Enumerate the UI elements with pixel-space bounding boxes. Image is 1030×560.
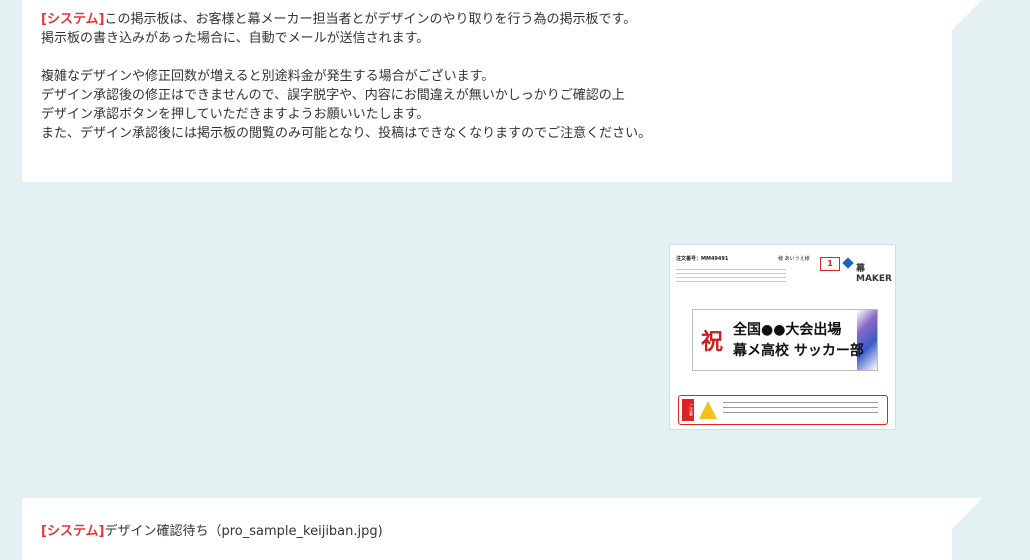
system-tag: [システム] — [41, 12, 105, 27]
system-message-line6: また、デザイン承認後には掲示板の閲覧のみ可能となり、投稿はできなくなりますのでご… — [41, 126, 652, 141]
warning-icon — [699, 401, 717, 419]
notice-label: ご注意 — [682, 399, 694, 421]
banner-line1: 全国●●大会出場 — [733, 322, 842, 338]
order-number: 注文番号：MM49491 — [676, 256, 729, 262]
bubble-tail — [922, 498, 982, 560]
notice-box: ご注意 — [678, 395, 888, 425]
system-message-line5: デザイン承認ボタンを押していただきますようお願いいたします。 — [41, 107, 430, 122]
notice-text — [723, 402, 878, 417]
logo-icon — [842, 257, 854, 269]
banner-iwai: 祝 — [701, 329, 724, 355]
banner-preview: 祝 全国●●大会出場 幕メ高校 サッカー部 — [692, 309, 878, 371]
status-message: [システム]デザイン確認待ち（pro_sample_keijiban.jpg) — [22, 498, 982, 560]
system-message: [システム]この掲示板は、お客様と幕メーカー担当者とがデザインのやり取りを行う為… — [22, 0, 982, 182]
bubble-tail — [922, 0, 982, 60]
system-tag: [システム] — [41, 524, 105, 539]
system-message-line1: [システム]この掲示板は、お客様と幕メーカー担当者とがデザインのやり取りを行う為… — [41, 12, 637, 27]
fine-print — [676, 269, 786, 285]
system-message-line3: 複雑なデザインや修正回数が増えると別途料金が発生する場合がございます。 — [41, 69, 495, 84]
design-thumbnail[interactable]: 注文番号：MM49491 様 あいうえ様 1 幕MAKER 祝 全国●●大会出場… — [669, 244, 896, 430]
status-text: デザイン確認待ち（pro_sample_keijiban.jpg) — [104, 524, 383, 539]
quantity-badge: 1 — [820, 257, 840, 271]
system-message-line2: 掲示板の書き込みがあった場合に、自動でメールが送信されます。 — [41, 31, 430, 46]
system-message-line4: デザイン承認後の修正はできませんので、誤字脱字や、内容にお間違えが無いかしっかり… — [41, 88, 625, 103]
customer-name: 様 あいうえ様 — [778, 256, 810, 262]
status-message-line: [システム]デザイン確認待ち（pro_sample_keijiban.jpg) — [41, 522, 952, 541]
banner-line2: 幕メ高校 サッカー部 — [733, 343, 864, 359]
maker-logo: 幕MAKER — [856, 264, 892, 284]
